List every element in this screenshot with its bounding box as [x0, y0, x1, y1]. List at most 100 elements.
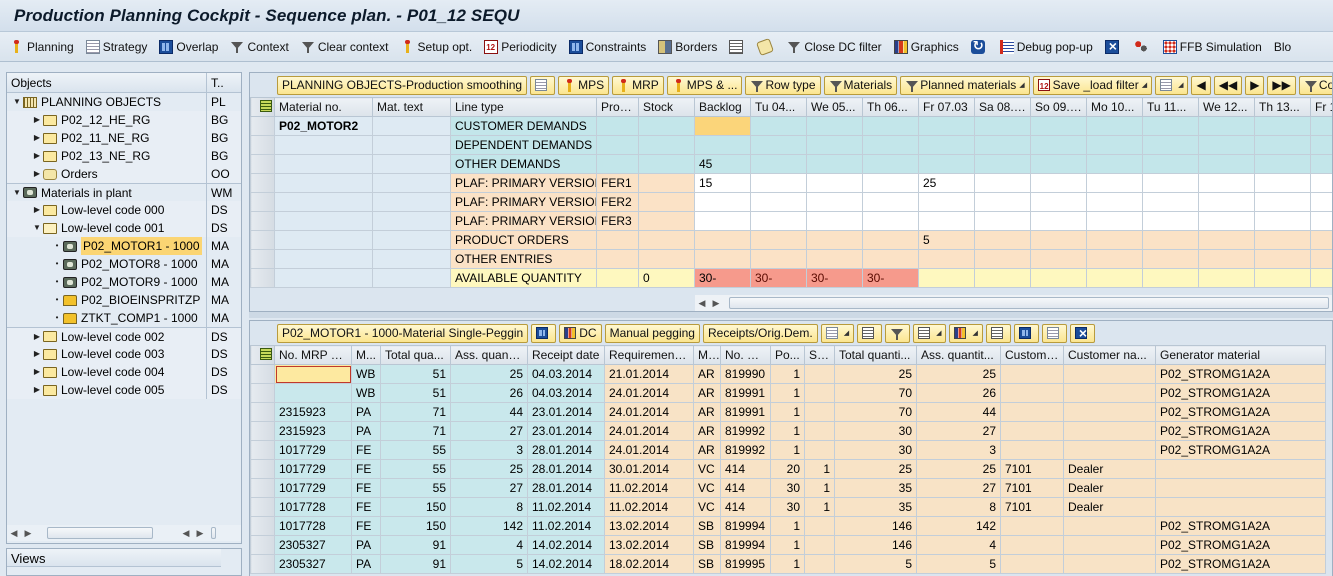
- pegging-cell[interactable]: [804, 440, 835, 460]
- period-cell[interactable]: [862, 173, 919, 193]
- pegging-cell[interactable]: [804, 383, 835, 403]
- tree-node-label[interactable]: Low-level code 001: [61, 219, 164, 237]
- pegging-cell[interactable]: [1000, 440, 1064, 460]
- tree-node-label[interactable]: P02_13_NE_RG: [61, 147, 150, 165]
- pegging-cell[interactable]: [804, 402, 835, 422]
- period-cell[interactable]: [1254, 192, 1311, 212]
- pegging-cell[interactable]: [1063, 364, 1156, 384]
- pegging-cell[interactable]: Dealer: [1063, 478, 1156, 498]
- period-cell[interactable]: [1086, 249, 1143, 269]
- pegging-cell[interactable]: 150: [380, 516, 451, 536]
- pegging-cell[interactable]: 819990: [720, 364, 771, 384]
- scroll-thumb[interactable]: [211, 527, 216, 539]
- backlog-cell[interactable]: 30-: [694, 268, 751, 288]
- row-selector[interactable]: [250, 230, 275, 250]
- pegging-cell[interactable]: 44: [916, 402, 1001, 422]
- pegging-cell[interactable]: PA: [351, 554, 381, 574]
- tree-node[interactable]: ▶ Low-level code 003 DS: [7, 345, 241, 363]
- mps-button[interactable]: MPS: [558, 75, 610, 95]
- manual-pegging-button[interactable]: Manual pegging: [604, 323, 700, 343]
- pegging-cell[interactable]: 24.01.2014: [604, 402, 694, 422]
- period-cell[interactable]: [1254, 173, 1311, 193]
- toolbar-button-clear-context[interactable]: Clear context: [301, 40, 389, 54]
- period-cell[interactable]: [1198, 116, 1255, 136]
- backlog-cell[interactable]: 15: [694, 173, 751, 193]
- period-cell[interactable]: [1030, 249, 1087, 269]
- toolbar-button-close-dc-filter[interactable]: Close DC filter: [787, 40, 882, 54]
- pegging-cell[interactable]: [1063, 383, 1156, 403]
- pegging-cell[interactable]: FE: [351, 497, 381, 517]
- pegging-cell[interactable]: 30: [770, 497, 805, 517]
- pegging-cell[interactable]: VC: [693, 497, 721, 517]
- pegging-cell[interactable]: 2315923: [274, 421, 352, 441]
- tree-node-label[interactable]: Materials in plant: [41, 184, 132, 201]
- hierarchy-button[interactable]: [530, 75, 556, 95]
- period-cell[interactable]: [1198, 154, 1255, 174]
- column-header[interactable]: We 12...: [1198, 97, 1255, 117]
- period-cell[interactable]: [918, 249, 975, 269]
- period-cell[interactable]: [1030, 173, 1087, 193]
- column-header[interactable]: Ass. quantit...: [916, 345, 1001, 365]
- collapse-arrow-icon[interactable]: ▶: [31, 381, 43, 399]
- pegging-cell[interactable]: 1017729: [274, 478, 352, 498]
- column-header[interactable]: Fr 07.03: [918, 97, 975, 117]
- period-cell[interactable]: [750, 154, 807, 174]
- period-cell[interactable]: [806, 230, 863, 250]
- backlog-cell[interactable]: [694, 249, 751, 269]
- row-selector[interactable]: [250, 268, 275, 288]
- period-cell[interactable]: 30-: [806, 268, 863, 288]
- pegging-cell[interactable]: [1000, 535, 1064, 555]
- backlog-cell[interactable]: [694, 192, 751, 212]
- period-cell[interactable]: [1198, 135, 1255, 155]
- pegging-cell[interactable]: 7101: [1000, 478, 1064, 498]
- period-cell[interactable]: [1142, 268, 1199, 288]
- pegging-cell[interactable]: 7101: [1000, 459, 1064, 479]
- period-cell[interactable]: 5: [918, 230, 975, 250]
- pegging-cell[interactable]: [1000, 402, 1064, 422]
- period-cell[interactable]: [1030, 192, 1087, 212]
- period-cell[interactable]: [1310, 135, 1332, 155]
- select-all-icon[interactable]: [250, 97, 275, 117]
- planning-objects-production-smoothing-button[interactable]: PLANNING OBJECTS-Production smoothing: [277, 75, 528, 95]
- scroll-left-icon[interactable]: ◀: [7, 528, 21, 539]
- period-cell[interactable]: [1198, 268, 1255, 288]
- pegging-cell[interactable]: 25: [916, 364, 1001, 384]
- period-cell[interactable]: [1086, 211, 1143, 231]
- tree-node[interactable]: ▼ PLANNING OBJECTS PL: [7, 93, 241, 111]
- period-cell[interactable]: [918, 211, 975, 231]
- period-cell[interactable]: [750, 135, 807, 155]
- toolbar-button-ffb-simulation[interactable]: FFB Simulation: [1162, 39, 1262, 54]
- pegging-cell[interactable]: 5: [916, 554, 1001, 574]
- row-selector[interactable]: [250, 440, 275, 460]
- pegging-cell[interactable]: 1: [804, 459, 835, 479]
- pegging-cell[interactable]: 2305327: [274, 535, 352, 555]
- pegging-cell[interactable]: Dealer: [1063, 459, 1156, 479]
- pegging-cell[interactable]: 24.01.2014: [604, 383, 694, 403]
- pegging-cell[interactable]: 44: [450, 402, 528, 422]
- pegging-cell[interactable]: 14.02.2014: [527, 554, 605, 574]
- period-cell[interactable]: [918, 268, 975, 288]
- column-header[interactable]: Customer na...: [1063, 345, 1156, 365]
- pegging-cell[interactable]: 819994: [720, 535, 771, 555]
- expand-button[interactable]: [1013, 323, 1039, 343]
- column-header[interactable]: Mat. text: [372, 97, 451, 117]
- pegging-cell[interactable]: [1155, 497, 1326, 517]
- tree-node[interactable]: ▶ P02_11_NE_RG BG: [7, 129, 241, 147]
- period-cell[interactable]: 25: [918, 173, 975, 193]
- pegging-cell[interactable]: 71: [380, 421, 451, 441]
- pegging-cell[interactable]: 414: [720, 497, 771, 517]
- pegging-cell[interactable]: 70: [834, 383, 917, 403]
- column-header[interactable]: Fr 1: [1310, 97, 1332, 117]
- nav-button[interactable]: ▶▶: [1267, 75, 1296, 95]
- toolbar-button-list[interactable]: [729, 39, 746, 54]
- pegging-cell[interactable]: 146: [834, 535, 917, 555]
- column-header[interactable]: Requirement ...: [604, 345, 694, 365]
- pane-splitter[interactable]: [249, 312, 1333, 318]
- period-cell[interactable]: [750, 173, 807, 193]
- period-cell[interactable]: [918, 135, 975, 155]
- pegging-cell[interactable]: 18.02.2014: [604, 554, 694, 574]
- pegging-cell[interactable]: PA: [351, 535, 381, 555]
- pegging-cell[interactable]: [274, 383, 352, 403]
- period-cell[interactable]: [1030, 154, 1087, 174]
- row-selector[interactable]: [250, 554, 275, 574]
